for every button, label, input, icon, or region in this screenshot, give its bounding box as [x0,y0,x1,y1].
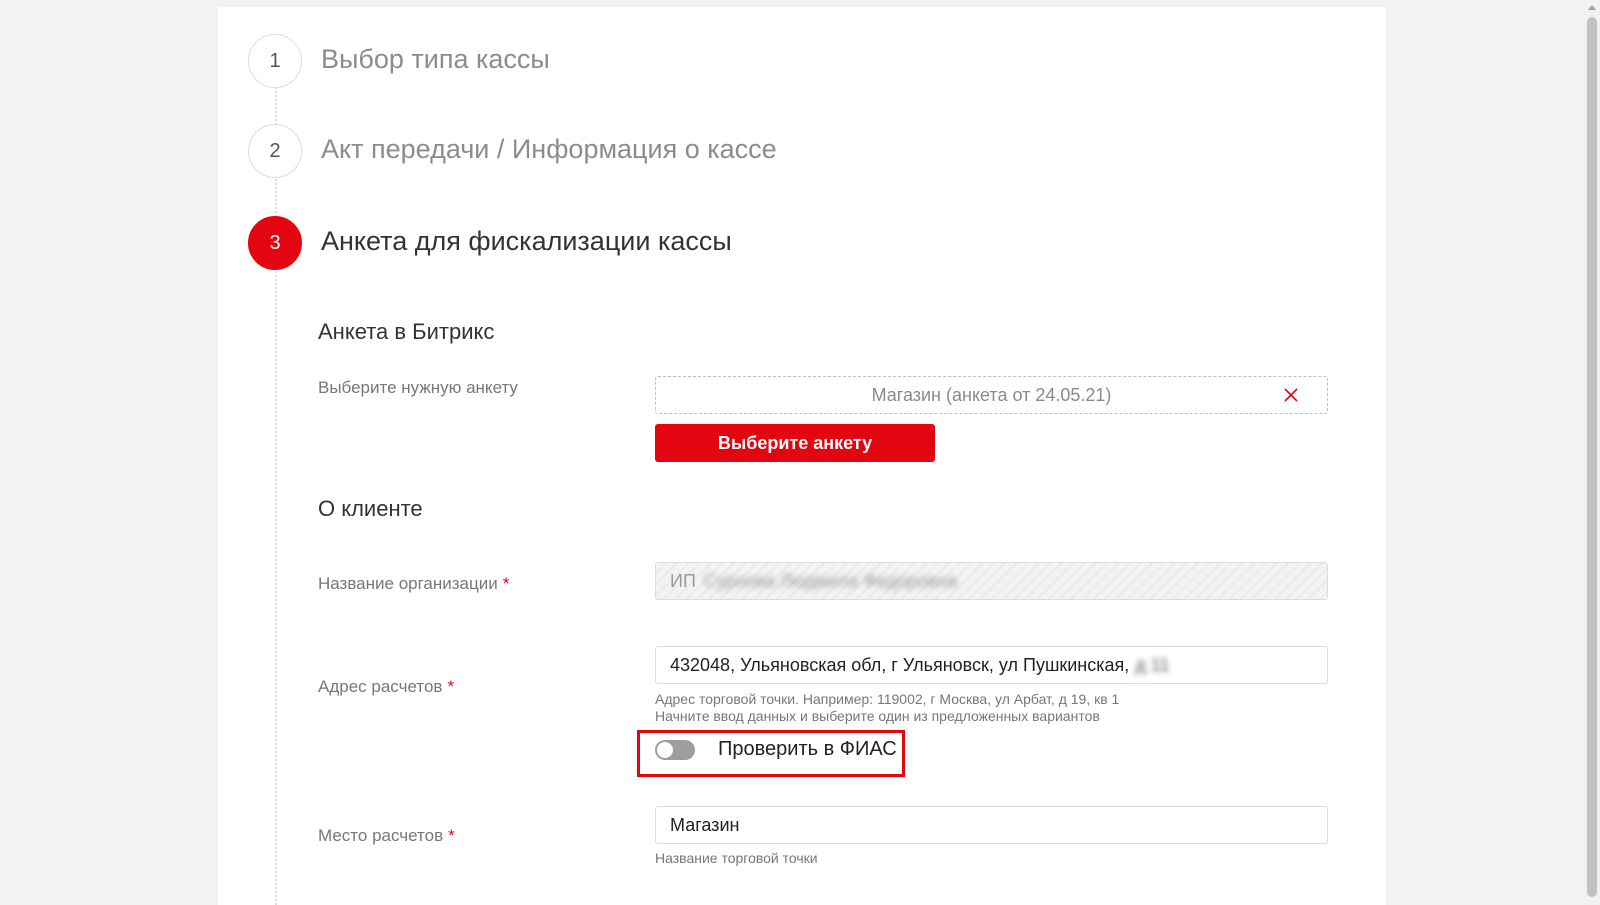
steps-timeline [275,62,277,905]
step-3-number: 3 [269,231,281,254]
address-hint-1: Адрес торговой точки. Например: 119002, … [655,691,1120,707]
scroll-up-icon[interactable] [1588,5,1596,10]
fias-toggle[interactable] [655,740,695,760]
step-3-title: Анкета для фискализации кассы [321,226,732,256]
questionnaire-select[interactable]: Магазин (анкета от 24.05.21) [655,376,1328,414]
required-mark: * [448,826,455,845]
vertical-scrollbar[interactable] [1584,0,1600,905]
org-name-label-text: Название организации [318,574,498,593]
scroll-thumb[interactable] [1587,17,1597,897]
required-mark: * [447,677,455,696]
required-mark: * [502,574,510,593]
fias-toggle-label[interactable]: Проверить в ФИАС [718,738,897,761]
place-input[interactable]: Магазин [655,806,1328,844]
step-1-title[interactable]: Выбор типа кассы [321,44,550,75]
client-section-title: О клиенте [318,496,423,521]
address-input[interactable]: 432048, Ульяновская обл, г Ульяновск, ул… [655,646,1328,684]
org-name-hidden: Сурнова Людмила Федоровна [703,570,957,591]
step-1-circle[interactable]: 1 [248,34,302,88]
place-label-text: Место расчетов [318,826,444,845]
address-hidden-tail: д 11 [1135,654,1170,675]
step-1-number: 1 [269,49,281,72]
step-3-circle: 3 [248,216,302,270]
place-hint: Название торговой точки [655,850,818,866]
place-value: Магазин [670,814,740,835]
address-hint-2: Начните ввод данных и выберите один из п… [655,708,1100,724]
toggle-knob [657,742,673,758]
step-2-number: 2 [269,139,281,162]
org-name-input: ИП Сурнова Людмила Федоровна [655,562,1328,600]
choose-questionnaire-button[interactable]: Выберите анкету [655,424,935,462]
step-2-circle[interactable]: 2 [248,124,302,178]
close-icon[interactable] [1281,385,1301,405]
org-name-prefix: ИП [670,570,696,591]
bitrix-section-title: Анкета в Битрикс [318,319,495,344]
place-label: Место расчетов * [318,826,455,846]
select-questionnaire-label: Выберите нужную анкету [318,378,518,397]
questionnaire-selected-value: Магазин (анкета от 24.05.21) [871,384,1112,405]
step-2-title[interactable]: Акт передачи / Информация о кассе [321,134,777,165]
address-label-text: Адрес расчетов [318,677,443,696]
address-label: Адрес расчетов * [318,677,454,697]
address-value: 432048, Ульяновская обл, г Ульяновск, ул… [670,654,1130,675]
org-name-label: Название организации * [318,574,509,594]
